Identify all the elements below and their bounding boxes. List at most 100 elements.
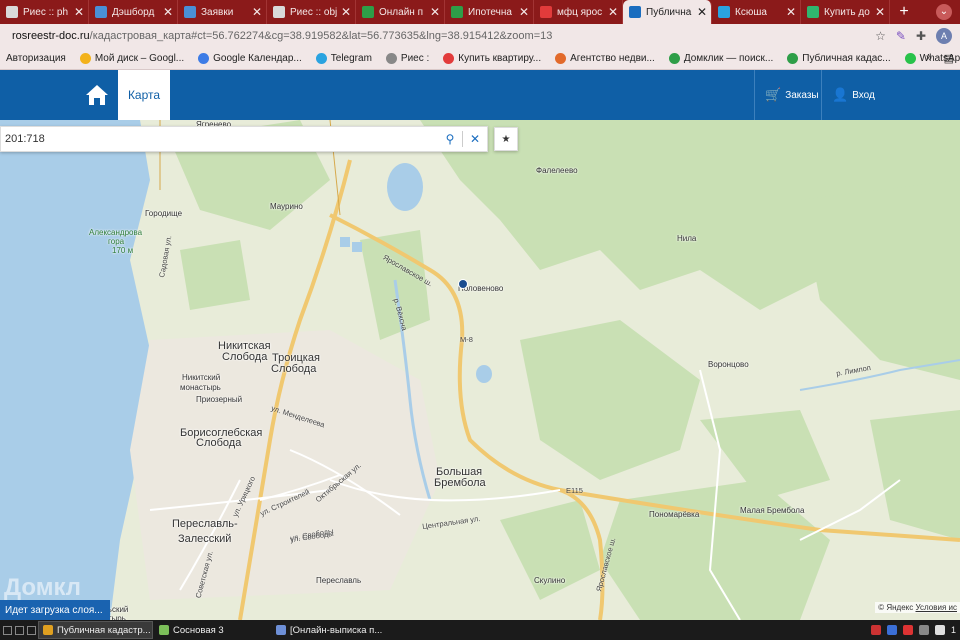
map-place-label: гора xyxy=(108,237,125,246)
taskbar-window-label: Публичная кадастр... xyxy=(57,624,151,636)
browser-tab-strip: Риес :: ph ✕ Дэшборд ✕ Заявки ✕ Риес :: obj ✕ Он… xyxy=(0,0,960,24)
taskbar-window-button[interactable]: Сосновая 3 xyxy=(155,621,270,639)
browser-tab[interactable]: Риес :: ph ✕ xyxy=(0,0,89,24)
favorites-star-button[interactable]: ★ xyxy=(494,127,518,151)
tab-close-icon[interactable]: ✕ xyxy=(608,5,618,19)
bookmark-favicon-icon xyxy=(79,53,91,64)
map-place-label: Нила xyxy=(677,234,697,243)
pen-icon[interactable]: ✎ xyxy=(896,29,906,43)
bookmark-item[interactable]: Мой диск – Googl... xyxy=(79,53,185,64)
desktop-icon[interactable] xyxy=(3,625,12,635)
tab-favicon-icon xyxy=(362,6,374,18)
bookmark-item[interactable]: Риес : xyxy=(385,53,430,64)
terminal-icon[interactable] xyxy=(15,625,24,635)
new-tab-button[interactable]: + xyxy=(890,0,918,24)
bookmark-item[interactable]: Домклик — поиск... xyxy=(668,53,773,64)
volume-icon[interactable] xyxy=(918,625,929,635)
bookmark-item[interactable]: Google Календар... xyxy=(198,53,302,64)
extensions-icon[interactable]: ✚ xyxy=(916,29,926,43)
bookmark-item[interactable]: Агентство недви... xyxy=(555,53,655,64)
cadastral-search-input[interactable] xyxy=(1,133,438,145)
map-place-label: Брембола xyxy=(434,477,486,489)
location-marker[interactable] xyxy=(458,279,468,289)
tab-favicon-icon xyxy=(95,6,107,18)
terms-link[interactable]: Условия ис xyxy=(916,603,958,612)
map-place-label: Городище xyxy=(145,209,183,218)
map-tab[interactable]: Карта xyxy=(118,70,170,120)
bookmark-item[interactable]: Авторизация xyxy=(6,53,66,64)
map-graphics xyxy=(0,120,960,620)
taskbar-window-button[interactable]: Публичная кадастр... xyxy=(38,621,153,639)
browser-tab[interactable]: мфц ярос ✕ xyxy=(534,0,623,24)
map-place-label: 170 м xyxy=(112,246,134,255)
system-tray: 1 xyxy=(870,625,960,635)
taskbar-window-label: Сосновая 3 xyxy=(173,624,224,636)
cadastral-search-bar: ⚲ ✕ xyxy=(0,126,488,152)
window-app-icon xyxy=(159,625,169,635)
bookmark-star-icon[interactable]: ☆ xyxy=(875,29,886,43)
tab-search-icon[interactable]: ⌄ xyxy=(936,4,952,20)
login-label: Вход xyxy=(852,89,875,101)
browser-tab[interactable]: Ксюша ✕ xyxy=(712,0,801,24)
tab-label: мфц ярос xyxy=(557,6,603,18)
search-icon[interactable]: ⚲ xyxy=(438,132,462,146)
profile-avatar[interactable]: А xyxy=(936,28,952,44)
map-place-label: Александрова xyxy=(89,228,143,237)
clear-icon[interactable]: ✕ xyxy=(463,132,487,146)
tab-close-icon[interactable]: ✕ xyxy=(430,5,440,19)
tab-close-icon[interactable]: ✕ xyxy=(74,5,84,19)
taskbar-window-label: [Онлайн-выписка п... xyxy=(290,624,383,636)
tab-close-icon[interactable]: ✕ xyxy=(697,5,707,19)
flag-ru-icon[interactable] xyxy=(934,625,945,635)
bluetooth-icon[interactable] xyxy=(886,625,897,635)
bookmark-label: Мой диск – Googl... xyxy=(94,53,185,64)
home-icon[interactable] xyxy=(84,82,110,108)
map-place-label: Слобода xyxy=(196,437,242,449)
tab-close-icon[interactable]: ✕ xyxy=(519,5,529,19)
bookmark-favicon-icon xyxy=(668,53,680,64)
tab-close-icon[interactable]: ✕ xyxy=(163,5,173,19)
tab-favicon-icon xyxy=(273,6,285,18)
bookmark-item[interactable]: Купить квартиру... xyxy=(443,53,541,64)
tab-label: Дэшборд xyxy=(112,6,155,18)
browser-tab[interactable]: Купить до ✕ xyxy=(801,0,890,24)
tab-favicon-icon xyxy=(451,6,463,18)
files-icon[interactable] xyxy=(27,625,36,635)
tab-label: Купить до xyxy=(824,6,870,18)
tab-label: Ипотечна xyxy=(468,6,512,18)
login-button[interactable]: 👤 Вход xyxy=(821,70,881,120)
browser-tab[interactable]: Онлайн п ✕ xyxy=(356,0,445,24)
browser-tab[interactable]: Заявки ✕ xyxy=(178,0,267,24)
browser-tab[interactable]: Публична ✕ xyxy=(623,0,712,24)
tab-close-icon[interactable]: ✕ xyxy=(252,5,262,19)
taskbar-window-button[interactable]: [Онлайн-выписка п... xyxy=(272,621,387,639)
tab-close-icon[interactable]: ✕ xyxy=(341,5,351,19)
layer-loading-notice: Идет загрузка слоя... xyxy=(0,600,110,620)
browser-tab[interactable]: Дэшборд ✕ xyxy=(89,0,178,24)
bookmark-favicon-icon xyxy=(787,53,799,64)
tab-close-icon[interactable]: ✕ xyxy=(786,5,796,19)
shield-icon[interactable] xyxy=(870,625,881,635)
user-icon: 👤 xyxy=(832,87,849,102)
reading-list-icon[interactable]: ▤ xyxy=(944,52,954,65)
bookmarks-overflow-button[interactable]: » xyxy=(926,52,932,64)
map-place-label: монастырь xyxy=(180,383,221,392)
tab-favicon-icon xyxy=(540,6,552,18)
tab-label: Риес :: obj xyxy=(290,6,338,18)
bookmark-label: Авторизация xyxy=(6,53,66,64)
map-place-label: Никитский xyxy=(182,373,221,382)
map-canvas[interactable]: Ягренево Фалелеево Городище Маурино Александ… xyxy=(0,120,960,620)
bookmark-label: Риес : xyxy=(400,53,430,64)
browser-tab[interactable]: Ипотечна ✕ xyxy=(445,0,534,24)
bookmark-favicon-icon xyxy=(904,53,916,64)
browser-tab[interactable]: Риес :: obj ✕ xyxy=(267,0,356,24)
bookmark-item[interactable]: Публичная кадас... xyxy=(787,53,891,64)
network-icon[interactable] xyxy=(902,625,913,635)
bookmark-item[interactable]: Telegram xyxy=(315,53,372,64)
tab-close-icon[interactable]: ✕ xyxy=(875,5,885,19)
clock[interactable]: 1 xyxy=(951,625,956,635)
tab-label: Ксюша xyxy=(735,6,767,18)
orders-button[interactable]: 🛒 Заказы xyxy=(754,70,820,120)
address-bar[interactable]: rosreestr-doc.ru/кадастровая_карта#ct=56… xyxy=(0,30,875,42)
map-place-label: Воронцово xyxy=(708,360,749,369)
